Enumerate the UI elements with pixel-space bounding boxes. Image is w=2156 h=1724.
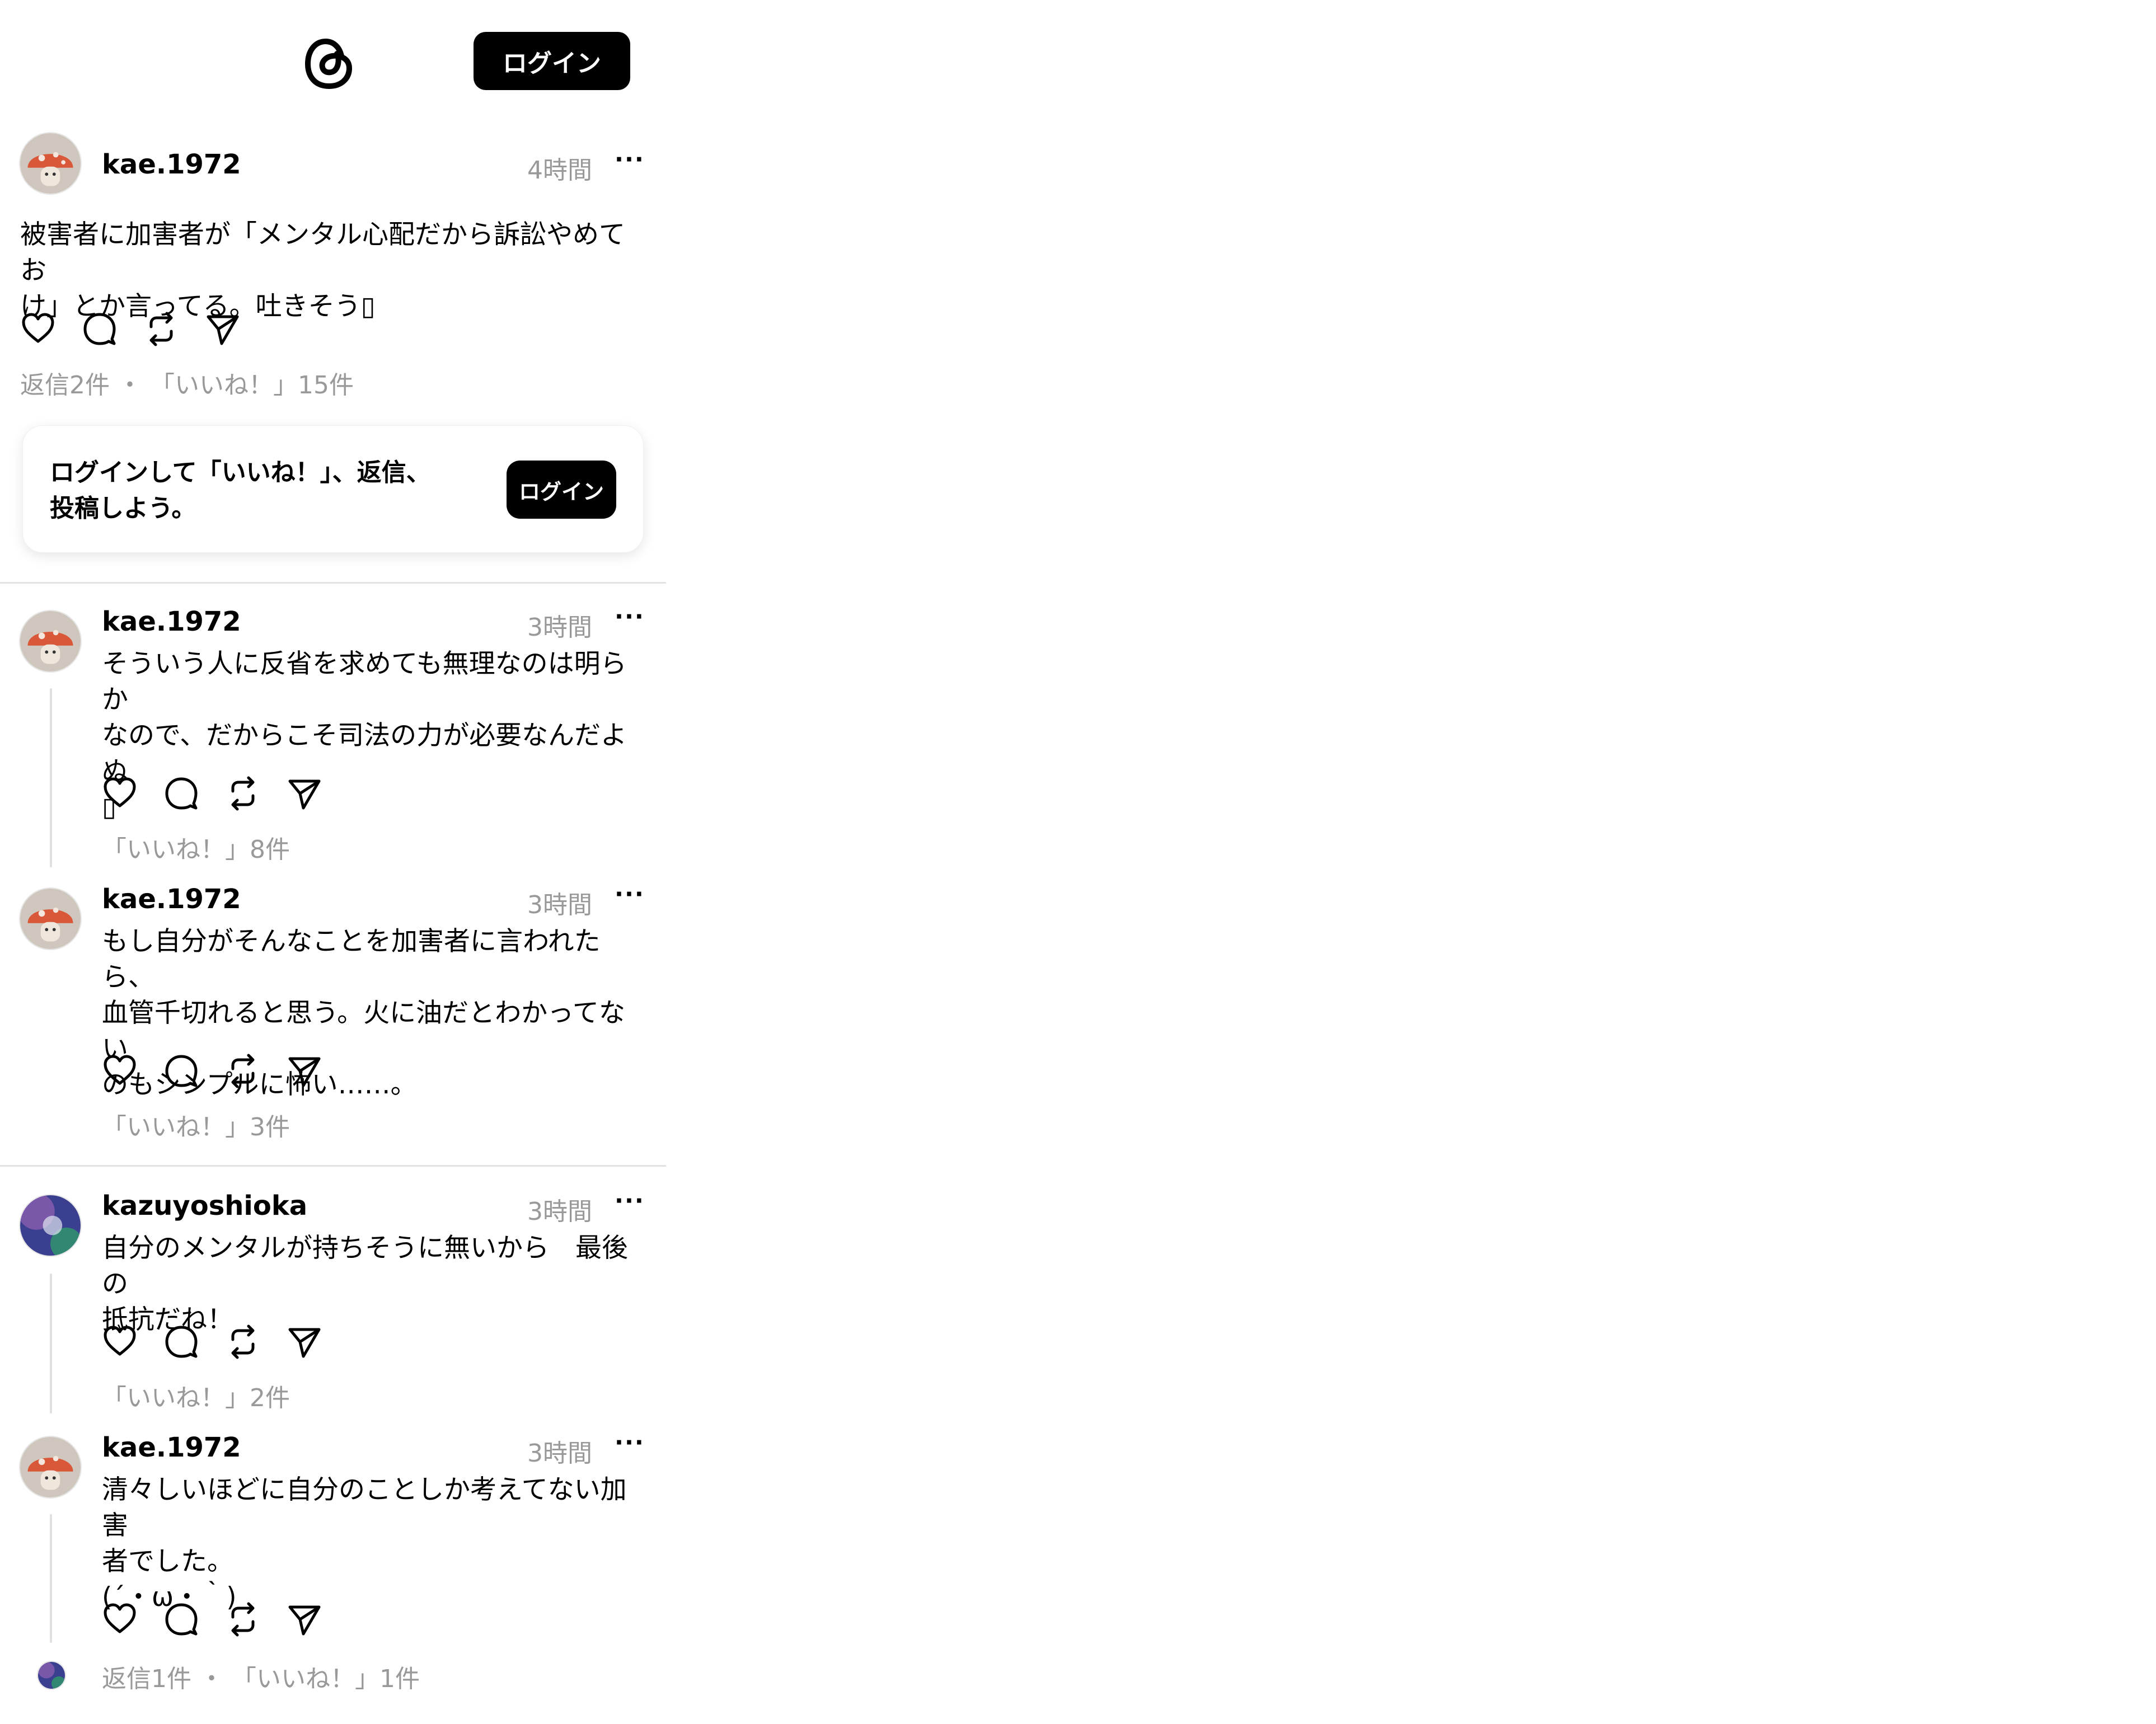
repost-icon[interactable] [143, 311, 179, 347]
post-text: 被害者に加害者が「メンタル心配だから訴訟やめてお け」とか言ってる。吐きそう▯ [20, 219, 625, 322]
more-options-icon[interactable]: ··· [615, 1429, 645, 1456]
reply-stats[interactable]: 「いいね！」3件 [102, 1107, 290, 1143]
login-button[interactable]: ログイン [474, 32, 630, 90]
login-prompt-card: ログインして「いいね！」、返信、 投稿しよう。 ログイン [22, 425, 644, 553]
post-actions [20, 311, 241, 347]
avatar[interactable] [19, 887, 82, 950]
heart-icon[interactable] [20, 311, 56, 347]
reply-stats[interactable]: 「いいね！」2件 [102, 1378, 290, 1413]
thread-line [50, 1274, 52, 1413]
share-icon[interactable] [287, 1324, 322, 1360]
heart-icon[interactable] [102, 1324, 138, 1360]
username[interactable]: kazuyoshioka [102, 1190, 307, 1222]
reply-time[interactable]: 3時間 [527, 885, 592, 920]
login-prompt-text: ログインして「いいね！」、返信、 投稿しよう。 [50, 458, 431, 523]
comment-icon[interactable] [163, 1324, 199, 1360]
more-options-icon[interactable]: ··· [615, 1187, 645, 1214]
avatar[interactable] [19, 132, 82, 195]
avatar[interactable] [19, 1436, 82, 1498]
share-icon[interactable] [287, 1601, 322, 1637]
avatar[interactable] [19, 1194, 82, 1257]
divider [0, 582, 666, 584]
comment-icon[interactable] [163, 776, 199, 811]
username[interactable]: kae.1972 [102, 884, 241, 915]
repost-icon[interactable] [225, 1053, 261, 1089]
comment-icon[interactable] [163, 1053, 199, 1089]
reply-text: 自分のメンタルが持ちそうに無いから 最後の 抵抗だね！ [102, 1233, 628, 1335]
heart-icon[interactable] [102, 776, 138, 811]
comment-icon[interactable] [82, 311, 118, 347]
share-icon[interactable] [287, 776, 322, 811]
reply-actions [102, 1324, 322, 1360]
comment-icon[interactable] [163, 1601, 199, 1637]
reply-time[interactable]: 3時間 [527, 1433, 592, 1469]
divider [0, 1165, 666, 1167]
share-icon[interactable] [287, 1053, 322, 1089]
username[interactable]: kae.1972 [102, 149, 241, 180]
username[interactable]: kae.1972 [102, 1432, 241, 1463]
post-stats[interactable]: 返信2件 ・ 「いいね！」15件 [20, 365, 354, 401]
reply-stats[interactable]: 返信1件 ・ 「いいね！」1件 [102, 1659, 420, 1694]
reply-stats[interactable]: 「いいね！」8件 [102, 829, 290, 865]
reply-actions [102, 1053, 322, 1089]
reply-actions [102, 776, 322, 811]
card-login-button[interactable]: ログイン [507, 461, 616, 519]
repost-icon[interactable] [225, 1601, 261, 1637]
repost-icon[interactable] [225, 1324, 261, 1360]
heart-icon[interactable] [102, 1053, 138, 1089]
threads-logo-icon[interactable] [302, 34, 356, 93]
username[interactable]: kae.1972 [102, 606, 241, 637]
thread-line [50, 688, 52, 867]
reply-actions [102, 1601, 322, 1637]
reply-text: 清々しいほどに自分のことしか考えてない加害 者でした。 (´・ω・｀) [102, 1474, 627, 1613]
share-icon[interactable] [205, 311, 241, 347]
more-options-icon[interactable]: ··· [615, 145, 645, 173]
repost-icon[interactable] [225, 776, 261, 811]
more-options-icon[interactable]: ··· [615, 880, 645, 908]
reply-time[interactable]: 3時間 [527, 1191, 592, 1227]
heart-icon[interactable] [102, 1601, 138, 1637]
avatar[interactable] [19, 610, 82, 673]
thread-line [50, 1514, 52, 1643]
more-options-icon[interactable]: ··· [615, 603, 645, 630]
reply-time[interactable]: 3時間 [527, 607, 592, 643]
post-time[interactable]: 4時間 [527, 150, 592, 186]
replier-avatar[interactable] [37, 1661, 66, 1690]
